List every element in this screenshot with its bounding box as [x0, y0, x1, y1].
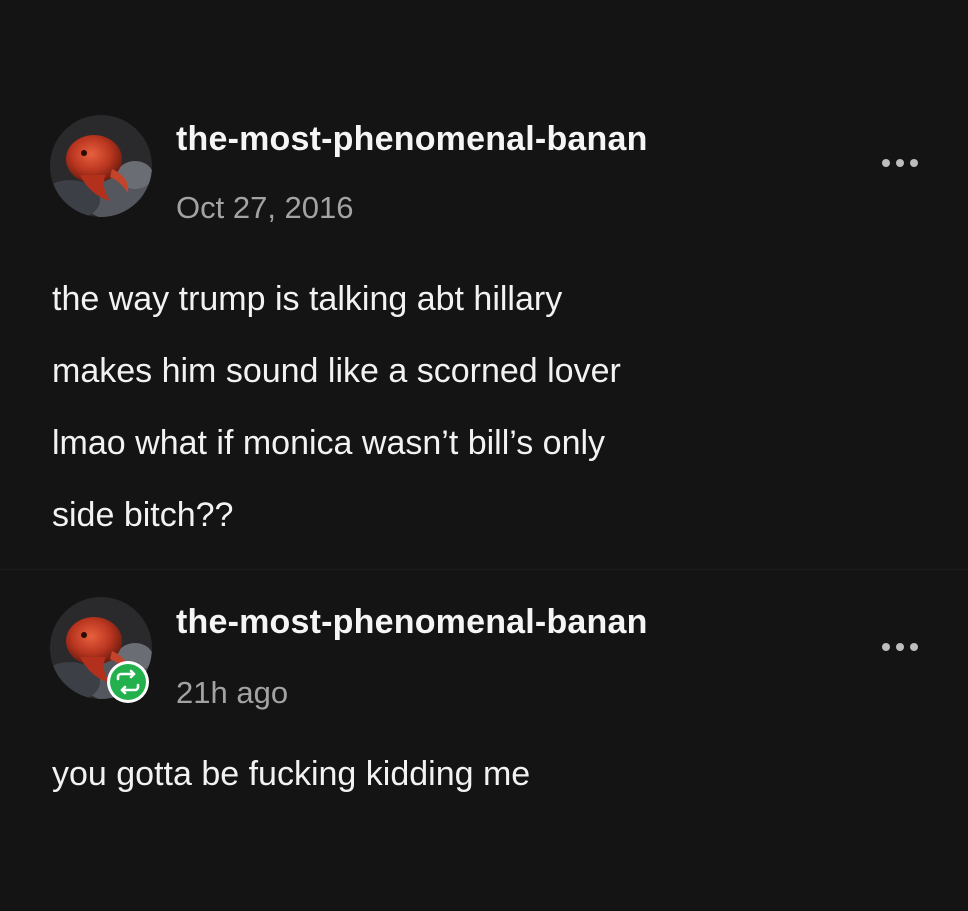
avatar[interactable]: [50, 597, 152, 703]
reblog-icon: [107, 661, 149, 703]
post-timestamp[interactable]: Oct 27, 2016: [176, 190, 354, 226]
post-body-line: lmao what if monica wasn’t bill’s only: [52, 424, 606, 462]
post-body: you gotta be fucking kidding me: [52, 738, 530, 810]
post-body-line: you gotta be fucking kidding me: [52, 755, 531, 793]
avatar-image: [50, 115, 152, 217]
username[interactable]: the-most-phenomenal-banan: [176, 603, 648, 642]
username[interactable]: the-most-phenomenal-banan: [176, 120, 648, 159]
avatar[interactable]: [50, 115, 152, 217]
post-body-line: makes him sound like a scorned lover: [52, 352, 621, 390]
ellipsis-icon[interactable]: [880, 156, 920, 170]
post-body-line: the way trump is talking abt hillary: [52, 280, 563, 318]
post-original: the-most-phenomenal-banan Oct 27, 2016 t…: [0, 0, 968, 570]
post-timestamp[interactable]: 21h ago: [176, 675, 288, 711]
post-reblog: the-most-phenomenal-banan 21h ago you go…: [0, 570, 968, 911]
post-body: the way trump is talking abt hillary mak…: [52, 263, 621, 551]
post-body-line: side bitch??: [52, 496, 234, 534]
ellipsis-icon[interactable]: [880, 640, 920, 654]
